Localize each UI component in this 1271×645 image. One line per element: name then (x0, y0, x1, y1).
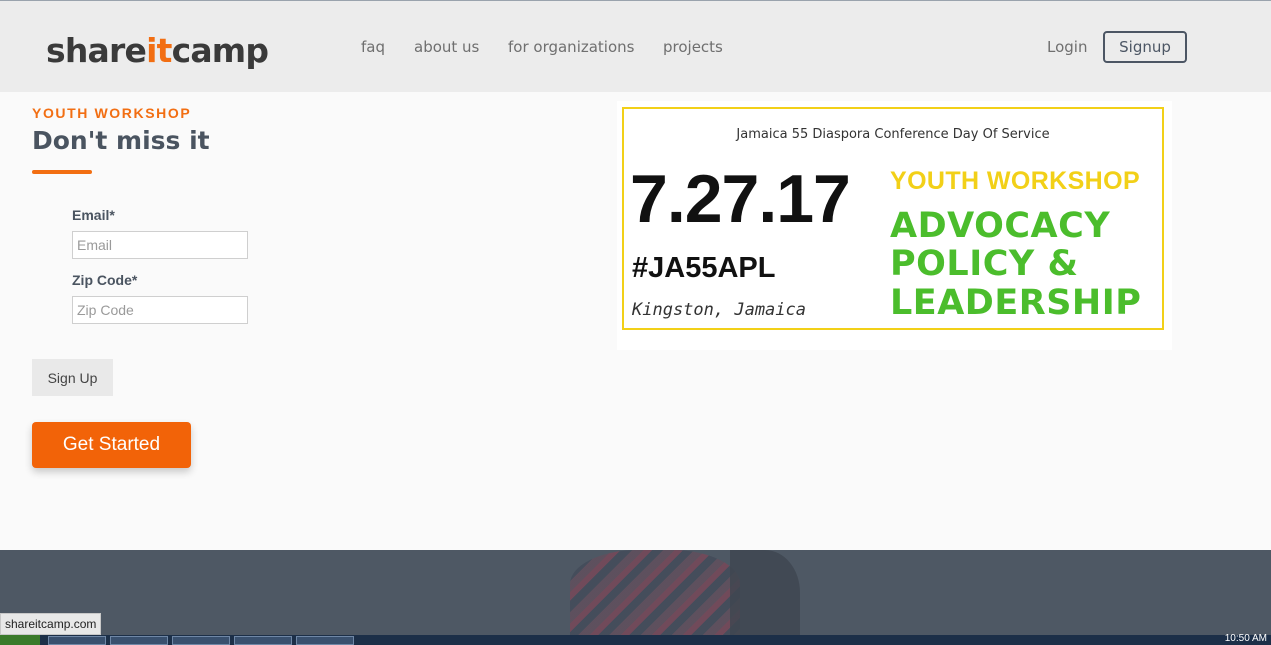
browser-status-bar: shareitcamp.com (0, 613, 102, 635)
banner-workshop-label: YOUTH WORKSHOP (890, 167, 1141, 195)
page-title: Don't miss it (32, 126, 210, 155)
os-taskbar: 10:50 AM (0, 633, 1271, 645)
hero-hair-shape (730, 550, 800, 635)
taskbar-item-browser[interactable] (234, 636, 292, 645)
zip-code-field[interactable] (72, 296, 248, 324)
nav-link-about-us[interactable]: about us (414, 38, 479, 56)
nav-link-projects[interactable]: projects (663, 38, 723, 56)
title-underline (32, 170, 92, 174)
banner-line-advocacy: ADVOCACY (890, 206, 1111, 246)
banner-hashtag: #JA55APL (632, 252, 776, 284)
email-label: Email* (72, 207, 115, 223)
taskbar-item-excel[interactable] (172, 636, 230, 645)
nav-link-for-organizations[interactable]: for organizations (508, 38, 634, 56)
signup-button[interactable]: Signup (1103, 31, 1187, 63)
logo-text-camp: camp (171, 31, 269, 70)
banner-line-policy: POLICY & (890, 244, 1079, 284)
event-banner: Jamaica 55 Diaspora Conference Day Of Se… (622, 107, 1164, 330)
sign-up-submit-button[interactable]: Sign Up (32, 359, 113, 396)
logo-text-it: it (146, 31, 172, 70)
shareitcamp-logo[interactable]: shareitcamp (46, 29, 269, 73)
banner-subtitle: Jamaica 55 Diaspora Conference Day Of Se… (736, 127, 1050, 142)
get-started-button[interactable]: Get Started (32, 422, 191, 468)
zip-code-label: Zip Code* (72, 272, 138, 288)
email-field[interactable] (72, 231, 248, 259)
start-button[interactable] (0, 635, 40, 645)
taskbar-item-explorer[interactable] (48, 636, 106, 645)
login-link[interactable]: Login (1047, 38, 1087, 56)
banner-date: 7.27.17 (630, 161, 851, 237)
taskbar-clock[interactable]: 10:50 AM (1225, 633, 1267, 644)
banner-line-leadership: LEADERSHIP (890, 283, 1142, 323)
logo-text-share: share (46, 31, 147, 70)
site-header: shareitcamp faq about us for organizatio… (0, 1, 1271, 92)
section-eyebrow: YOUTH WORKSHOP (32, 105, 192, 121)
hero-image-strip (0, 550, 1271, 635)
taskbar-item-notepad[interactable] (110, 636, 168, 645)
banner-location: Kingston, Jamaica (632, 300, 806, 320)
taskbar-item-skype[interactable] (296, 636, 354, 645)
hero-headwrap-shape (570, 550, 740, 635)
nav-link-faq[interactable]: faq (361, 38, 385, 56)
